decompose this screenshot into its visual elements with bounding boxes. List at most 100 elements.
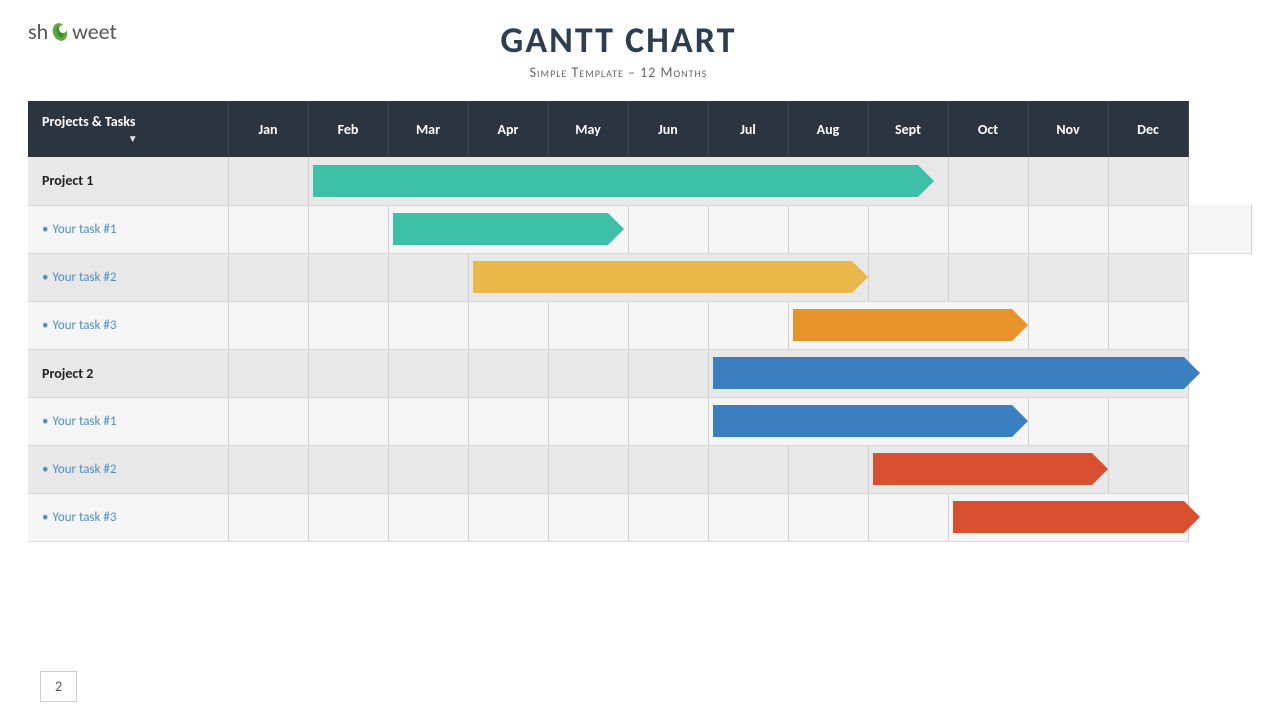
project-1-row: Project 1 bbox=[28, 157, 1252, 205]
p1-task3-bar bbox=[793, 309, 1012, 341]
header-jan: Jan bbox=[228, 101, 308, 157]
p2t3-jan bbox=[228, 493, 308, 541]
p1-task2-label: •Your task #2 bbox=[28, 253, 228, 301]
gantt-header-row: Projects & Tasks ▼ Jan Feb Mar Apr May J… bbox=[28, 101, 1252, 157]
p2-task3-row: •Your task #3 bbox=[28, 493, 1252, 541]
p1-jan bbox=[228, 157, 308, 205]
p2t1-nov bbox=[1028, 397, 1108, 445]
p1-task2-bar-cell bbox=[468, 253, 868, 301]
p2-bar bbox=[713, 357, 1184, 389]
p1-task2-bar bbox=[473, 261, 852, 293]
p2-bar-cell bbox=[708, 349, 1188, 397]
p2t2-feb bbox=[308, 445, 388, 493]
p1-task2-bar-wrapper bbox=[473, 261, 852, 293]
p2t3-aug bbox=[788, 493, 868, 541]
p1t1-jul bbox=[788, 205, 868, 253]
p2-task2-row: •Your task #2 bbox=[28, 445, 1252, 493]
p2t3-may bbox=[548, 493, 628, 541]
header-nov: Nov bbox=[1028, 101, 1108, 157]
p1t3-jun bbox=[628, 301, 708, 349]
p1-dec bbox=[1108, 157, 1188, 205]
header-apr: Apr bbox=[468, 101, 548, 157]
p2-may bbox=[548, 349, 628, 397]
page-number: 2 bbox=[40, 671, 77, 702]
p2t3-sept bbox=[868, 493, 948, 541]
p1t2-nov bbox=[1028, 253, 1108, 301]
p2t1-feb bbox=[308, 397, 388, 445]
p1t2-feb bbox=[308, 253, 388, 301]
p2t2-jan bbox=[228, 445, 308, 493]
p1-nov bbox=[1028, 157, 1108, 205]
p1t3-jan bbox=[228, 301, 308, 349]
header-jun: Jun bbox=[628, 101, 708, 157]
gantt-table: Projects & Tasks ▼ Jan Feb Mar Apr May J… bbox=[28, 101, 1252, 542]
p1t2-sept bbox=[868, 253, 948, 301]
p1t3-dec bbox=[1108, 301, 1188, 349]
p1t1-dec bbox=[1188, 205, 1252, 253]
filter-arrow-icon[interactable]: ▼ bbox=[42, 132, 224, 145]
p2t2-aug bbox=[788, 445, 868, 493]
p2t3-feb bbox=[308, 493, 388, 541]
p1t2-jan bbox=[228, 253, 308, 301]
p2t1-dec bbox=[1108, 397, 1188, 445]
header-mar: Mar bbox=[388, 101, 468, 157]
header-aug: Aug bbox=[788, 101, 868, 157]
header-sept: Sept bbox=[868, 101, 948, 157]
p1-task1-label: •Your task #1 bbox=[28, 205, 228, 253]
p1t1-may bbox=[628, 205, 708, 253]
p2t3-jul bbox=[708, 493, 788, 541]
p2-apr bbox=[468, 349, 548, 397]
p2-task1-label: •Your task #1 bbox=[28, 397, 228, 445]
p2t3-mar bbox=[388, 493, 468, 541]
p2-task3-bar bbox=[953, 501, 1184, 533]
p1t3-mar bbox=[388, 301, 468, 349]
p1-bar-cell bbox=[308, 157, 948, 205]
p2t2-dec bbox=[1108, 445, 1188, 493]
p2t2-jul bbox=[708, 445, 788, 493]
p2t1-apr bbox=[468, 397, 548, 445]
p2-jun bbox=[628, 349, 708, 397]
p1-task3-bar-cell bbox=[788, 301, 1028, 349]
p1t1-jun bbox=[708, 205, 788, 253]
p1-task1-bar-cell bbox=[388, 205, 628, 253]
p2-bar-wrapper bbox=[713, 357, 1184, 389]
p1t3-feb bbox=[308, 301, 388, 349]
sub-title: Simple Template – 12 Months bbox=[117, 64, 1120, 81]
project-2-row: Project 2 bbox=[28, 349, 1252, 397]
p2-task3-label: •Your task #3 bbox=[28, 493, 228, 541]
gantt-container: Projects & Tasks ▼ Jan Feb Mar Apr May J… bbox=[28, 101, 1252, 542]
p1-task3-label: •Your task #3 bbox=[28, 301, 228, 349]
p1t2-oct bbox=[948, 253, 1028, 301]
p1-bar bbox=[313, 165, 918, 197]
p2t3-apr bbox=[468, 493, 548, 541]
p2-task3-bar-wrapper bbox=[953, 501, 1184, 533]
p2t1-jun bbox=[628, 397, 708, 445]
p1-task1-bar-wrapper bbox=[393, 213, 608, 245]
p2-task1-bar-wrapper bbox=[713, 405, 1012, 437]
header-feb: Feb bbox=[308, 101, 388, 157]
p2t3-jun bbox=[628, 493, 708, 541]
header-projects-tasks: Projects & Tasks ▼ bbox=[28, 101, 228, 157]
p1t1-jan bbox=[228, 205, 308, 253]
p2t2-may bbox=[548, 445, 628, 493]
p1t1-nov bbox=[1108, 205, 1188, 253]
p2t2-apr bbox=[468, 445, 548, 493]
p2-task2-bar-cell bbox=[868, 445, 1108, 493]
project-2-label: Project 2 bbox=[28, 349, 228, 397]
p1-task1-row: •Your task #1 bbox=[28, 205, 1252, 253]
p1t3-nov bbox=[1028, 301, 1108, 349]
p2t1-mar bbox=[388, 397, 468, 445]
p1-task1-bar bbox=[393, 213, 608, 245]
p1t1-oct bbox=[1028, 205, 1108, 253]
p2-task2-bar-wrapper bbox=[873, 453, 1092, 485]
p1t1-sept bbox=[948, 205, 1028, 253]
p2t2-mar bbox=[388, 445, 468, 493]
p2-task3-bar-cell bbox=[948, 493, 1188, 541]
header-may: May bbox=[548, 101, 628, 157]
p1-task3-row: •Your task #3 bbox=[28, 301, 1252, 349]
p2-task1-row: •Your task #1 bbox=[28, 397, 1252, 445]
title-block: Gantt Chart Simple Template – 12 Months bbox=[117, 18, 1120, 81]
p1t2-mar bbox=[388, 253, 468, 301]
p2t2-jun bbox=[628, 445, 708, 493]
header-oct: Oct bbox=[948, 101, 1028, 157]
